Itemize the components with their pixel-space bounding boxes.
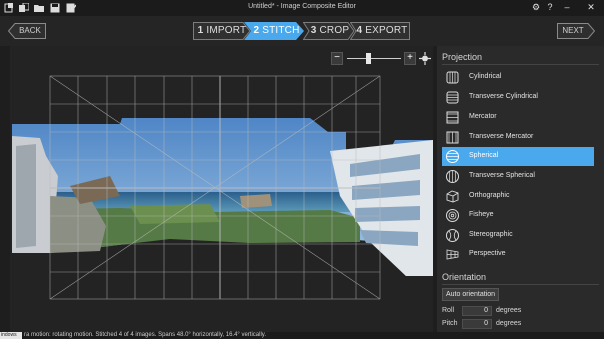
projection-orthographic-label: Orthographic [469, 192, 510, 199]
close-button[interactable]: ✕ [585, 2, 597, 13]
projection-transverse-spherical[interactable]: Transverse Spherical [442, 167, 594, 186]
step-stitch-label: STITCH [262, 25, 300, 36]
status-bar: indows ra motion: rotating motion. Stitc… [0, 332, 604, 339]
projection-heading: Projection [442, 52, 483, 62]
projection-transverse-mercator-label: Transverse Mercator [469, 133, 534, 140]
stitched-panorama-image [12, 118, 433, 276]
step-export-number: 4 [356, 25, 363, 36]
zoom-toolbar: − + [331, 52, 431, 66]
fit-to-window-icon[interactable] [419, 52, 431, 65]
projection-orthographic[interactable]: Orthographic [442, 187, 594, 206]
sphere-icon [446, 150, 459, 163]
zoom-slider[interactable] [347, 52, 401, 65]
projection-fisheye[interactable]: Fisheye [442, 206, 594, 225]
projection-mercator[interactable]: Mercator [442, 108, 594, 127]
step-crop-number: 3 [310, 25, 317, 36]
orientation-heading: Orientation [442, 272, 487, 282]
taskbar-tooltip: indows [0, 332, 22, 339]
projection-cylindrical[interactable]: Cylindrical [442, 68, 594, 87]
settings-gear-icon[interactable]: ⚙ [530, 2, 542, 13]
projection-mercator-label: Mercator [469, 113, 497, 120]
projection-stereographic[interactable]: Stereographic [442, 226, 594, 245]
wizard-step-bar: BACK 1 IMPORT 2 STITCH 3 CROP 4 EXPORT N… [0, 16, 604, 46]
roll-unit: degrees [496, 307, 522, 314]
projection-transverse-mercator[interactable]: Transverse Mercator [442, 128, 594, 147]
title-bar: Untitled* - Image Composite Editor ⚙ ? –… [0, 0, 604, 16]
projection-divider [442, 64, 599, 65]
auto-orientation-button[interactable]: Auto orientation [442, 288, 499, 301]
back-button[interactable]: BACK [8, 23, 46, 39]
roll-label: Roll [442, 307, 455, 314]
step-stitch-number: 2 [253, 25, 260, 36]
help-icon[interactable]: ? [544, 2, 556, 12]
cylinder-icon [446, 71, 459, 84]
orientation-divider [442, 284, 599, 285]
settings-panel: Projection Cylindrical Transverse Cylind… [437, 46, 604, 332]
projection-spherical[interactable]: Spherical [442, 147, 594, 166]
step-export[interactable]: 4 EXPORT [350, 22, 410, 40]
projection-fisheye-label: Fisheye [469, 211, 494, 218]
transverse-mercator-icon [446, 131, 459, 144]
minimize-button[interactable]: – [561, 2, 573, 12]
projection-perspective[interactable]: Perspective [442, 245, 594, 264]
step-crop-label: CROP [319, 25, 350, 36]
step-crop[interactable]: 3 CROP [303, 22, 355, 40]
projection-perspective-label: Perspective [469, 250, 506, 257]
pitch-input[interactable]: 0 [462, 319, 492, 329]
transverse-cylinder-icon [446, 91, 459, 104]
perspective-icon [446, 249, 459, 260]
fisheye-icon [446, 209, 459, 222]
mercator-icon [446, 111, 459, 124]
projection-transverse-cylindrical[interactable]: Transverse Cylindrical [442, 88, 594, 107]
projection-cylindrical-label: Cylindrical [469, 73, 502, 80]
projection-transverse-cylindrical-label: Transverse Cylindrical [469, 93, 538, 100]
stitch-preview-canvas[interactable]: − + [10, 46, 433, 332]
projection-grid [49, 75, 381, 300]
status-message: ra motion: rotating motion. Stitched 4 o… [24, 332, 267, 338]
cube-icon [446, 190, 459, 203]
pitch-row: Pitch 0 degrees [442, 319, 599, 330]
projection-transverse-spherical-label: Transverse Spherical [469, 172, 535, 179]
panorama-preview[interactable] [10, 46, 433, 332]
step-navigation: 1 IMPORT 2 STITCH 3 CROP 4 EXPORT [193, 22, 411, 40]
projection-stereographic-label: Stereographic [469, 231, 513, 238]
zoom-out-button[interactable]: − [331, 52, 343, 65]
stereographic-icon [446, 229, 459, 242]
projection-spherical-label: Spherical [469, 152, 499, 159]
step-import-label: IMPORT [206, 25, 247, 36]
next-button[interactable]: NEXT [557, 23, 595, 39]
window-title: Untitled* - Image Composite Editor [248, 3, 356, 10]
pitch-label: Pitch [442, 320, 458, 327]
step-export-label: EXPORT [365, 25, 408, 36]
next-button-label: NEXT [562, 26, 584, 35]
step-stitch[interactable]: 2 STITCH [244, 22, 304, 40]
roll-row: Roll 0 degrees [442, 306, 599, 317]
zoom-in-button[interactable]: + [404, 52, 416, 65]
step-import-number: 1 [197, 25, 204, 36]
step-import[interactable]: 1 IMPORT [193, 22, 251, 40]
transverse-sphere-icon [446, 170, 459, 183]
roll-input[interactable]: 0 [462, 306, 492, 316]
zoom-slider-track [347, 58, 401, 59]
back-button-label: BACK [19, 26, 41, 35]
pitch-unit: degrees [496, 320, 522, 327]
zoom-slider-thumb[interactable] [366, 53, 371, 64]
